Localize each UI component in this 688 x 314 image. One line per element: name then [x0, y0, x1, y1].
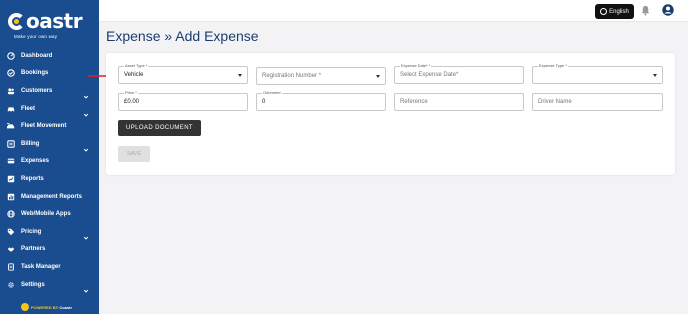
- sidebar-item-label: Expenses: [21, 158, 50, 165]
- sidebar-item-label: Dashboard: [21, 52, 53, 59]
- sidebar-item-label: Fleet: [21, 105, 36, 112]
- sidebar-item-fleet[interactable]: Fleet: [0, 100, 99, 118]
- price-value: £0.00: [124, 99, 140, 105]
- sidebar-item-billing[interactable]: Billing: [0, 135, 99, 153]
- powered-by-text: POWERED BY: [31, 304, 59, 310]
- sidebar-item-pricing[interactable]: Pricing: [0, 223, 99, 241]
- dropdown-caret-icon: [376, 75, 380, 78]
- gear-icon: [7, 281, 15, 289]
- chevron-down-icon: [83, 228, 89, 240]
- reports-icon: [7, 175, 15, 183]
- fleet-movement-icon: [7, 122, 15, 130]
- chevron-down-icon: [83, 140, 89, 152]
- driver-name-placeholder: Driver Name: [538, 99, 572, 105]
- logo-tagline: Make your own way: [14, 34, 58, 39]
- sidebar-item-label: Customers: [21, 87, 53, 94]
- expense-type-select[interactable]: Expense Type *: [532, 63, 663, 84]
- dashboard-icon: [7, 52, 15, 60]
- user-avatar-icon[interactable]: [662, 4, 674, 16]
- sidebar-item-bookings[interactable]: Bookings: [0, 65, 99, 83]
- sidebar-item-label: Fleet Movement: [21, 123, 67, 130]
- price-field[interactable]: Price * £0.00: [118, 90, 248, 111]
- bell-icon[interactable]: [640, 5, 651, 16]
- globe-icon: [7, 210, 15, 218]
- dropdown-caret-icon: [653, 74, 657, 77]
- language-button[interactable]: English: [595, 4, 634, 19]
- tag-icon: [7, 228, 15, 236]
- asset-type-label: Asset Type *: [124, 63, 149, 69]
- save-button[interactable]: SAVE: [118, 146, 150, 162]
- sidebar-item-label: Management Reports: [21, 193, 83, 200]
- powered-by-badge: POWERED BY Coastr: [21, 303, 72, 311]
- powered-by-brand: Coastr: [59, 304, 73, 310]
- fleet-icon: [7, 105, 15, 113]
- registration-number-placeholder: Registration Number *: [262, 73, 322, 79]
- sidebar-item-partners[interactable]: Partners: [0, 241, 99, 259]
- registration-number-select[interactable]: Registration Number *: [256, 67, 386, 85]
- partners-icon: [7, 245, 15, 253]
- chevron-down-icon: [83, 87, 89, 99]
- sidebar-item-label: Web/Mobile Apps: [21, 211, 71, 218]
- management-reports-icon: [7, 193, 15, 201]
- topbar: English: [99, 0, 688, 22]
- page-title: Expense » Add Expense: [106, 28, 259, 44]
- sidebar-item-web-mobile-apps[interactable]: Web/Mobile Apps: [0, 205, 99, 223]
- language-icon: [600, 8, 608, 15]
- odometer-label: Odometer: [262, 90, 282, 96]
- sidebar-item-settings[interactable]: Settings: [0, 276, 99, 294]
- sidebar-item-label: Bookings: [21, 70, 49, 77]
- asset-type-select[interactable]: Asset Type * Vehicle: [118, 63, 248, 84]
- odometer-field[interactable]: Odometer 0: [256, 90, 386, 111]
- expenses-icon: [7, 157, 15, 165]
- sidebar-item-label: Settings: [21, 281, 45, 288]
- expense-date-label: Expense Date* *: [400, 63, 432, 69]
- sidebar-item-label: Reports: [21, 175, 44, 182]
- sidebar-nav: Dashboard Bookings Customers Fleet Fleet…: [0, 47, 99, 293]
- odometer-value: 0: [262, 99, 266, 105]
- sidebar-item-task-manager[interactable]: Task Manager: [0, 258, 99, 276]
- sidebar-item-customers[interactable]: Customers: [0, 82, 99, 100]
- task-icon: [7, 263, 15, 271]
- language-label: English: [609, 8, 629, 15]
- reference-placeholder: Reference: [400, 99, 428, 105]
- customers-icon: [7, 87, 15, 95]
- dropdown-caret-icon: [238, 74, 242, 77]
- driver-name-field[interactable]: Driver Name: [532, 93, 663, 111]
- logo-c-icon: [8, 13, 25, 30]
- sidebar-item-fleet-movement[interactable]: Fleet Movement: [0, 117, 99, 135]
- asset-type-value: Vehicle: [124, 72, 144, 78]
- add-expense-form: Asset Type * Vehicle Registration Number…: [106, 53, 675, 175]
- sidebar: oastr Make your own way Dashboard Bookin…: [0, 0, 99, 314]
- bookings-icon: [7, 69, 15, 78]
- sidebar-item-label: Partners: [21, 246, 46, 253]
- expense-type-label: Expense Type *: [538, 63, 568, 69]
- sidebar-item-expenses[interactable]: Expenses: [0, 153, 99, 171]
- price-label: Price *: [124, 90, 138, 96]
- sidebar-item-management-reports[interactable]: Management Reports: [0, 188, 99, 206]
- coastr-mark-icon: [21, 303, 29, 311]
- sidebar-item-label: Pricing: [21, 228, 42, 235]
- sidebar-item-dashboard[interactable]: Dashboard: [0, 47, 99, 65]
- sidebar-item-label: Task Manager: [21, 263, 61, 270]
- expense-date-placeholder: Select Expense Date*: [400, 72, 459, 78]
- expense-date-field[interactable]: Expense Date* * Select Expense Date*: [394, 63, 524, 84]
- logo-text: oastr: [26, 9, 83, 33]
- chevron-down-icon: [83, 281, 89, 293]
- chevron-down-icon: [83, 105, 89, 117]
- billing-icon: [7, 140, 15, 148]
- sidebar-item-reports[interactable]: Reports: [0, 170, 99, 188]
- upload-document-button[interactable]: UPLOAD DOCUMENT: [118, 120, 201, 136]
- coastr-logo[interactable]: oastr Make your own way: [8, 10, 88, 40]
- sidebar-item-label: Billing: [21, 140, 40, 147]
- reference-field[interactable]: Reference: [394, 93, 524, 111]
